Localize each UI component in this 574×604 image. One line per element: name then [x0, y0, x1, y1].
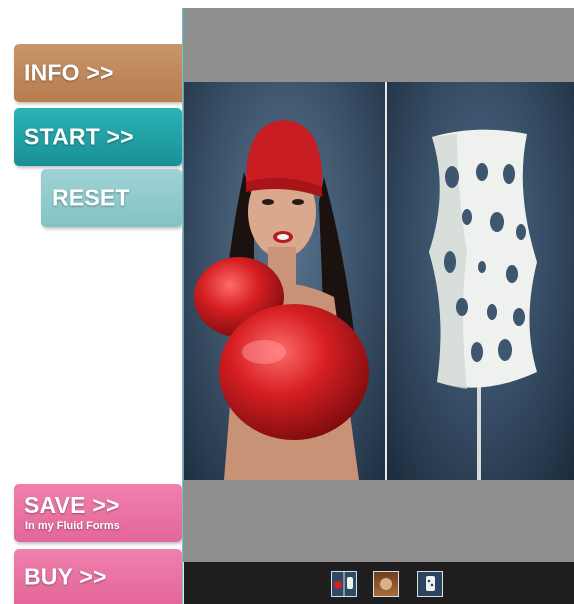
reset-button-label: RESET	[52, 184, 130, 211]
brown-photo-thumbnail-icon	[380, 578, 392, 590]
start-button-label: START >>	[24, 123, 134, 150]
reset-button[interactable]: RESET	[41, 169, 182, 227]
boxer-lamp-thumbnail-icon	[334, 577, 353, 589]
viewer-left-border	[182, 8, 183, 604]
thumbnail-bar	[184, 562, 574, 604]
save-button-sublabel: In my Fluid Forms	[25, 520, 120, 532]
lamp-illustration	[429, 129, 537, 480]
thumbnail-1[interactable]	[331, 571, 357, 597]
info-button[interactable]: INFO >>	[14, 44, 198, 102]
buy-button-label: BUY >>	[24, 563, 107, 589]
info-button-label: INFO >>	[24, 59, 114, 86]
start-button[interactable]: START >>	[14, 108, 182, 166]
save-button[interactable]: SAVE >> In my Fluid Forms	[14, 484, 182, 542]
buy-button[interactable]: BUY >>	[14, 549, 182, 604]
lamp-thumbnail-icon	[426, 576, 435, 591]
boxer-illustration	[194, 120, 369, 480]
boxer-photo	[184, 82, 385, 480]
thumbnail-2[interactable]	[373, 571, 399, 597]
lamp-photo	[387, 82, 574, 480]
thumbnail-3[interactable]	[417, 571, 443, 597]
save-button-label: SAVE >>	[24, 492, 120, 518]
